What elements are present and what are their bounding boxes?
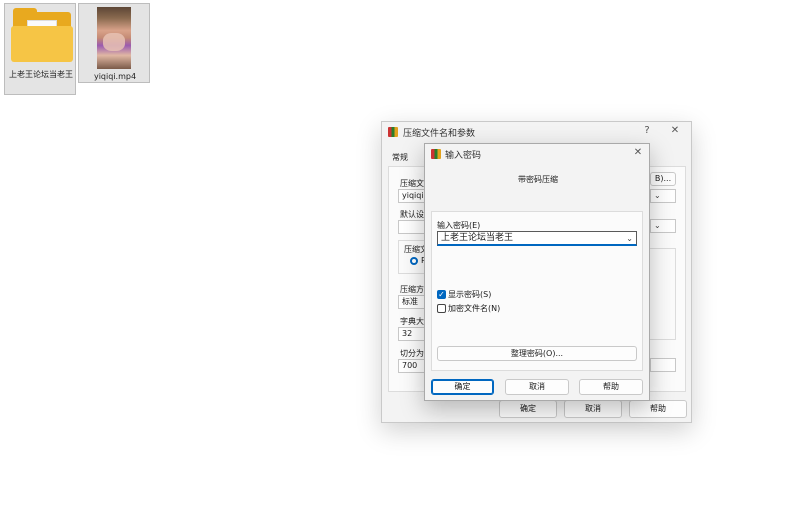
split-unit-field[interactable] — [650, 358, 676, 372]
desktop-item-label: yiqiqi.mp4 — [93, 72, 137, 81]
dialog-heading: 带密码压缩 — [518, 175, 558, 184]
tab-general[interactable]: 常规 — [392, 152, 408, 163]
folder-icon — [5, 4, 77, 66]
password-input[interactable]: 上老王论坛当老王 ⌄ — [437, 231, 637, 246]
method-label: 压缩方 — [400, 285, 424, 294]
manage-passwords-button[interactable]: 整理密码(O)... — [437, 346, 637, 361]
archive-name-label: 压缩文 — [400, 179, 424, 188]
desktop-item-folder[interactable]: 上老王论坛当老王 — [4, 3, 76, 95]
cancel-button[interactable]: 取消 — [505, 379, 569, 395]
options-panel — [648, 248, 676, 340]
ok-button[interactable]: 确定 — [499, 400, 557, 418]
show-password-checkbox[interactable]: ✓ — [437, 290, 446, 299]
help-button[interactable]: 帮助 — [629, 400, 687, 418]
close-icon[interactable]: ✕ — [631, 147, 645, 158]
help-icon[interactable]: ? — [640, 125, 654, 136]
show-password-label: 显示密码(S) — [448, 290, 492, 299]
chevron-down-icon: ⌄ — [654, 221, 661, 230]
profile-dropdown[interactable]: ⌄ — [650, 219, 676, 233]
format-radio[interactable] — [410, 257, 418, 265]
password-input-value: 上老王论坛当老王 — [441, 233, 514, 243]
dialog-title: 输入密码 — [445, 151, 482, 161]
chevron-down-icon[interactable]: ⌄ — [626, 233, 633, 245]
close-icon[interactable]: ✕ — [668, 125, 682, 136]
encrypt-names-label: 加密文件名(N) — [448, 304, 501, 313]
dialog-title: 压缩文件名和参数 — [403, 129, 476, 139]
desktop-item-video[interactable]: yiqiqi.mp4 — [78, 3, 150, 83]
archive-name-dropdown[interactable]: ⌄ — [650, 189, 676, 203]
dict-label: 字典大 — [400, 317, 424, 326]
ok-button[interactable]: 确定 — [431, 379, 494, 395]
help-button[interactable]: 帮助 — [579, 379, 643, 395]
password-label: 输入密码(E) — [437, 221, 481, 230]
video-thumbnail-icon — [97, 7, 131, 69]
password-dialog: 输入密码 ✕ 带密码压缩 输入密码(E) 上老王论坛当老王 ⌄ ✓ 显示密码(S… — [424, 143, 650, 401]
profile-label: 默认设 — [400, 210, 424, 219]
winrar-icon — [388, 127, 398, 137]
cancel-button[interactable]: 取消 — [564, 400, 622, 418]
browse-button[interactable]: B)... — [650, 172, 676, 186]
split-label: 切分为 — [400, 349, 424, 358]
encrypt-names-checkbox[interactable] — [437, 304, 446, 313]
chevron-down-icon: ⌄ — [654, 191, 661, 200]
winrar-icon — [431, 149, 441, 159]
desktop-item-label: 上老王论坛当老王 — [9, 70, 73, 79]
